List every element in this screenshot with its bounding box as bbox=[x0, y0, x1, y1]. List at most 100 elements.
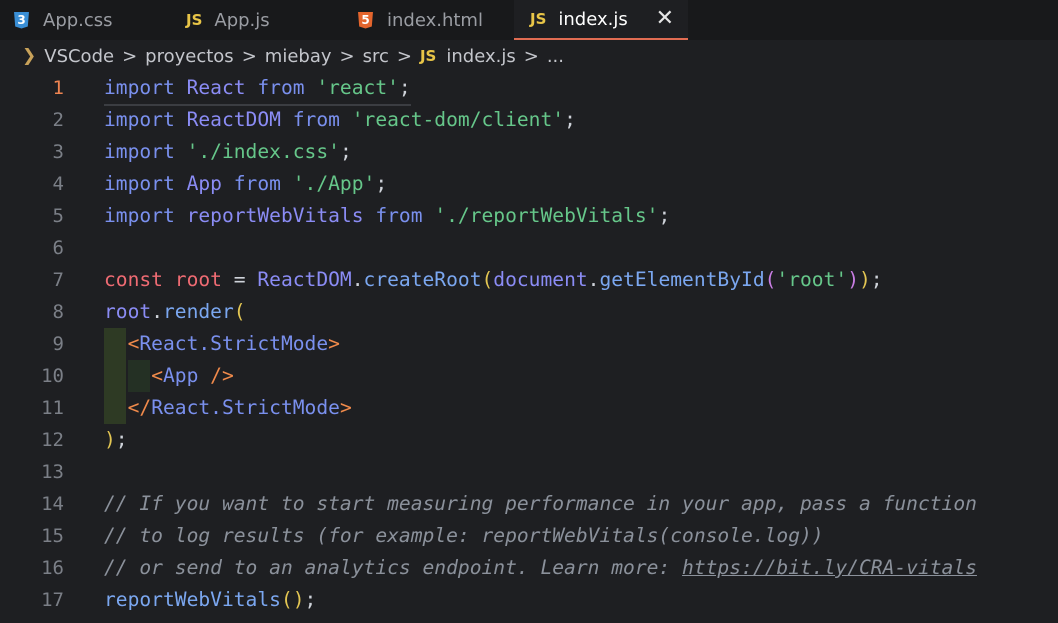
code-token: ( bbox=[481, 268, 494, 291]
line-number: 9 bbox=[52, 333, 64, 355]
code-token: https://bit.ly/CRA-vitals bbox=[682, 556, 977, 579]
chevron-right-icon: > bbox=[396, 45, 412, 67]
code-token: ; bbox=[398, 76, 411, 99]
code-token: ) bbox=[859, 268, 871, 291]
breadcrumb-item-src[interactable]: src bbox=[363, 46, 389, 67]
code-token: from bbox=[292, 108, 340, 131]
code-token: . bbox=[351, 268, 364, 291]
vscode-icon: ❯ bbox=[22, 46, 37, 66]
code-line[interactable]: import reportWebVitals from './reportWeb… bbox=[104, 200, 670, 232]
line-number: 13 bbox=[41, 461, 64, 483]
code-token: = bbox=[221, 268, 258, 291]
code-token: './index.css' bbox=[186, 140, 340, 163]
tab-index-html[interactable]: 5 index.html bbox=[342, 0, 514, 40]
code-token: import bbox=[104, 140, 175, 163]
code-token: 'root' bbox=[776, 268, 848, 291]
code-token: 'react-dom/client' bbox=[351, 108, 565, 131]
code-token: ; bbox=[658, 204, 671, 227]
line-number: 2 bbox=[52, 109, 64, 131]
code-token: React bbox=[186, 76, 246, 99]
line-number: 17 bbox=[41, 589, 64, 611]
code-editor[interactable]: 123456789101112131415161718 import React… bbox=[0, 72, 1058, 623]
code-token: ReactDOM bbox=[257, 268, 352, 291]
editor-tab-bar: 3 App.css JS App.js 5 index.html JS inde… bbox=[0, 0, 1058, 40]
code-line[interactable]: <App /> bbox=[104, 360, 234, 392]
code-token: ; bbox=[339, 140, 352, 163]
code-token: /> bbox=[210, 364, 234, 387]
chevron-right-icon: > bbox=[523, 45, 539, 67]
breadcrumb-item-index-js[interactable]: index.js bbox=[446, 46, 515, 67]
html5-icon: 5 bbox=[358, 11, 373, 29]
code-line[interactable]: const root = ReactDOM.createRoot(documen… bbox=[104, 264, 883, 296]
code-line[interactable]: root.render( bbox=[104, 296, 246, 328]
line-number: 14 bbox=[41, 493, 64, 515]
code-line[interactable]: <React.StrictMode> bbox=[104, 328, 340, 360]
code-line[interactable]: import App from './App'; bbox=[104, 168, 387, 200]
comment-link[interactable]: https://bit.ly/CRA-vitals bbox=[682, 556, 977, 579]
code-line[interactable]: // If you want to start measuring perfor… bbox=[104, 488, 977, 520]
code-line[interactable]: // or send to an analytics endpoint. Lea… bbox=[104, 552, 977, 584]
code-token: > bbox=[339, 396, 352, 419]
close-icon[interactable]: ✕ bbox=[656, 8, 674, 30]
code-token: reportWebVitals bbox=[186, 204, 364, 227]
code-token: render bbox=[162, 300, 234, 323]
code-token: App bbox=[162, 364, 199, 387]
line-number: 4 bbox=[52, 173, 64, 195]
code-token: () bbox=[280, 588, 305, 611]
code-token: . bbox=[587, 268, 600, 291]
tab-label: App.css bbox=[43, 9, 113, 31]
code-token: App bbox=[186, 172, 222, 195]
line-number: 7 bbox=[52, 269, 64, 291]
breadcrumb-item-symbols[interactable]: ... bbox=[547, 46, 564, 67]
code-token: ReactDOM bbox=[186, 108, 281, 131]
code-token: ; bbox=[870, 268, 883, 291]
code-token: </ bbox=[127, 396, 152, 419]
breadcrumb-item-vscode[interactable]: VSCode bbox=[44, 46, 114, 67]
code-token: document bbox=[493, 268, 588, 291]
line-number: 3 bbox=[52, 141, 64, 163]
breadcrumb-item-proyectos[interactable]: proyectos bbox=[145, 46, 234, 67]
tab-app-js[interactable]: JS App.js bbox=[170, 0, 342, 40]
code-line[interactable]: import ReactDOM from 'react-dom/client'; bbox=[104, 104, 576, 136]
code-token: < bbox=[151, 364, 163, 387]
code-line[interactable]: </React.StrictMode> bbox=[104, 392, 352, 424]
css3-icon: 3 bbox=[14, 11, 29, 29]
code-token: root bbox=[104, 300, 152, 323]
tab-index-js[interactable]: JS index.js ✕ bbox=[514, 0, 688, 40]
tab-label: index.js bbox=[558, 8, 628, 30]
code-line[interactable]: reportWebVitals(); bbox=[104, 584, 316, 616]
code-line[interactable]: ); bbox=[104, 424, 128, 456]
code-token: const bbox=[104, 268, 163, 291]
code-line[interactable]: // to log results (for example: reportWe… bbox=[104, 520, 824, 552]
code-token: getElementById bbox=[599, 268, 765, 291]
code-line[interactable]: import './index.css'; bbox=[104, 136, 352, 168]
javascript-icon: JS bbox=[419, 47, 437, 65]
line-number: 6 bbox=[52, 237, 64, 259]
javascript-icon: JS bbox=[530, 10, 547, 28]
breadcrumb-item-miebay[interactable]: miebay bbox=[265, 46, 332, 67]
chevron-right-icon: > bbox=[122, 45, 138, 67]
chevron-right-icon: > bbox=[241, 45, 257, 67]
code-token: './App' bbox=[292, 172, 376, 195]
line-number: 16 bbox=[41, 557, 64, 579]
tab-app-css[interactable]: 3 App.css bbox=[0, 0, 170, 40]
code-token: import bbox=[104, 76, 175, 99]
line-number: 8 bbox=[52, 301, 64, 323]
code-line[interactable]: import React from 'react'; bbox=[104, 72, 411, 106]
code-token: import bbox=[104, 108, 175, 131]
line-number: 18 bbox=[0, 616, 64, 623]
code-token: // If you want to start measuring perfor… bbox=[104, 492, 977, 515]
line-number: 11 bbox=[41, 397, 64, 419]
